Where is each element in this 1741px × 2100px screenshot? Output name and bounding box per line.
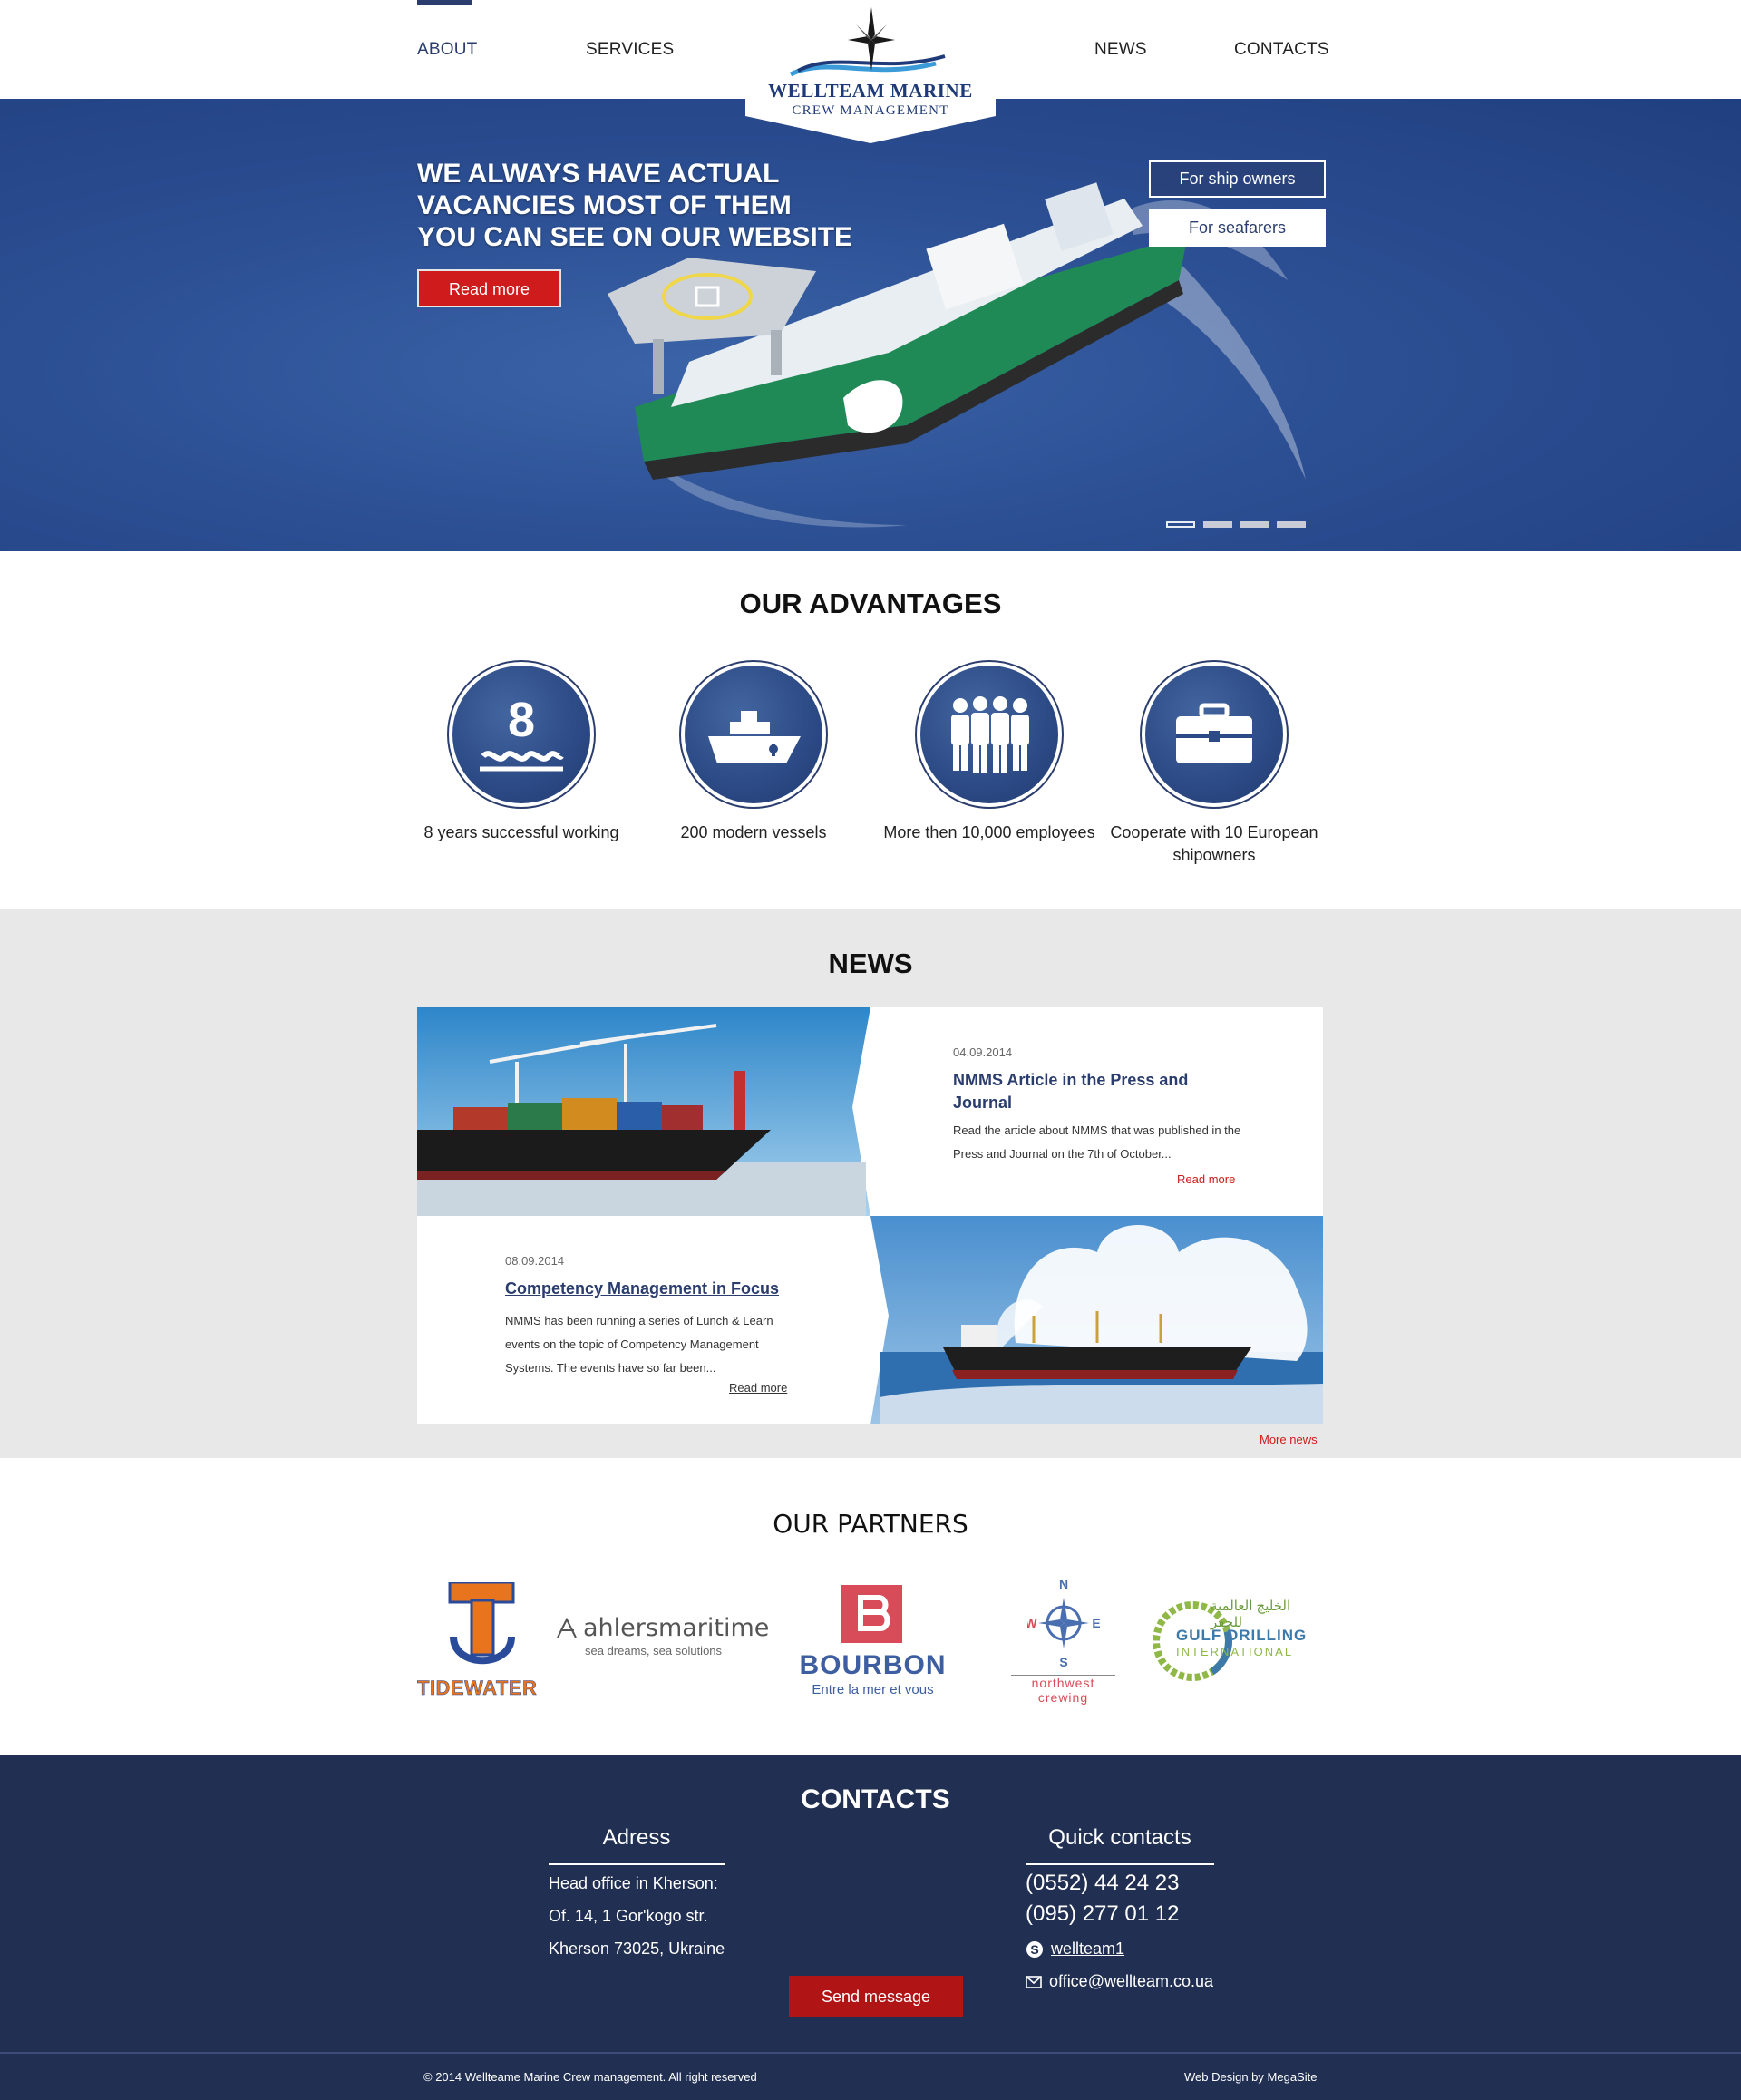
- advantage-circle: [679, 660, 828, 809]
- slider-dot[interactable]: [1203, 521, 1232, 528]
- hero-title-line: YOU CAN SEE ON OUR WEBSITE: [417, 222, 853, 252]
- svg-text:S: S: [1059, 1655, 1067, 1668]
- employees-icon: [951, 696, 1029, 773]
- site-logo[interactable]: WELLTEAM MARINE CREW MANAGEMENT: [745, 0, 996, 143]
- nav-contacts[interactable]: CONTACTS: [1234, 40, 1329, 60]
- address-heading: Adress: [549, 1825, 725, 1865]
- partner-logo-northwest[interactable]: N W E S northwest crewing: [1011, 1578, 1115, 1705]
- svg-text:S: S: [1030, 1942, 1038, 1957]
- advantage-item: 8 8 years successful working: [413, 660, 630, 844]
- ahlers-mark-icon: [557, 1618, 577, 1638]
- news-card[interactable]: 08.09.2014 Competency Management in Focu…: [417, 1216, 1323, 1424]
- envelope-icon: [1026, 1975, 1042, 1988]
- news-read-more-link[interactable]: Read more: [1177, 1172, 1235, 1186]
- partner-logo-ahlers[interactable]: ahlersmaritime sea dreams, sea solutions: [556, 1614, 783, 1659]
- partner-tagline: sea dreams, sea solutions: [585, 1644, 723, 1658]
- news-excerpt: NMMS has been running a series of Lunch …: [505, 1314, 773, 1375]
- advantage-label: 8 years successful working: [423, 823, 619, 841]
- advantage-item: 200 modern vessels: [645, 660, 862, 844]
- northwest-compass-icon: N W E S: [1027, 1578, 1100, 1668]
- advantages-title: OUR ADVANTAGES: [739, 588, 1002, 619]
- partner-logo-gulf-drilling[interactable]: الخليج العالمية للحفر GULF DRILLING INTE…: [1149, 1598, 1326, 1685]
- advantage-item: Cooperate with 10 European shipowners: [1105, 660, 1323, 867]
- hero-title: WE ALWAYS HAVE ACTUAL VACANCIES MOST OF …: [417, 158, 889, 253]
- advantage-circle: [1140, 660, 1289, 809]
- news-date: 08.09.2014: [505, 1254, 565, 1268]
- partner-name: GULF DRILLING: [1176, 1627, 1308, 1644]
- address-line: Head office in Kherson:: [549, 1874, 718, 1892]
- bourbon-mark-icon: [841, 1585, 902, 1643]
- advantage-number: 8: [508, 693, 535, 747]
- logo-title: WELLTEAM MARINE: [768, 80, 973, 102]
- nav-news[interactable]: NEWS: [1094, 40, 1147, 60]
- email-address[interactable]: office@wellteam.co.ua: [1049, 1972, 1213, 1991]
- partner-name-line2: INTERNATIONAL: [1176, 1645, 1294, 1658]
- for-seafarers-button[interactable]: For seafarers: [1149, 209, 1326, 247]
- quick-contacts-heading: Quick contacts: [1026, 1825, 1214, 1865]
- active-nav-marker: [417, 0, 472, 5]
- partner-name: TIDEWATER: [417, 1677, 538, 1700]
- partner-logo-bourbon[interactable]: BOURBON Entre la mer et vous: [789, 1585, 957, 1703]
- svg-text:N: N: [1059, 1578, 1068, 1591]
- news-heading[interactable]: NMMS Article in the Press and Journal: [953, 1069, 1234, 1114]
- partner-name: ahlersmaritime: [583, 1614, 770, 1642]
- news-image-container-ship: [417, 1007, 870, 1216]
- news-image-ship-waves: [870, 1216, 1323, 1424]
- partner-name: northwest crewing: [1011, 1675, 1115, 1705]
- news-date: 04.09.2014: [953, 1045, 1013, 1059]
- news-excerpt: Read the article about NMMS that was pub…: [953, 1123, 1241, 1161]
- partner-arabic: الخليج العالمية للحفر: [1211, 1599, 1291, 1630]
- email-contact[interactable]: office@wellteam.co.ua: [1026, 1972, 1213, 1991]
- compass-rose-icon: [848, 7, 895, 71]
- eight-years-icon: 8: [480, 693, 564, 772]
- skype-icon: S: [1026, 1940, 1043, 1958]
- news-title: NEWS: [828, 948, 913, 979]
- address-line: Of. 14, 1 Gor'kogo str.: [549, 1907, 708, 1925]
- site-footer: © 2014 Wellteame Marine Crew management.…: [0, 2052, 1741, 2100]
- hero-slider: WE ALWAYS HAVE ACTUAL VACANCIES MOST OF …: [0, 99, 1741, 551]
- advantage-label: 200 modern vessels: [680, 823, 827, 841]
- news-read-more-link[interactable]: Read more: [729, 1381, 787, 1395]
- contacts-title: CONTACTS: [801, 1784, 950, 1814]
- svg-text:E: E: [1092, 1616, 1100, 1630]
- partners-title: OUR PARTNERS: [773, 1509, 968, 1539]
- partner-logo-tidewater[interactable]: TIDEWATER: [417, 1580, 553, 1705]
- skype-handle[interactable]: wellteam1: [1051, 1940, 1124, 1959]
- slider-dot[interactable]: [1277, 521, 1306, 528]
- address-line: Kherson 73025, Ukraine: [549, 1940, 725, 1958]
- advantage-label: Cooperate with 10 European shipowners: [1110, 823, 1318, 864]
- designer-credit-link[interactable]: Web Design by MegaSite: [1184, 2070, 1317, 2084]
- skype-contact[interactable]: S wellteam1: [1026, 1940, 1124, 1959]
- phone-number[interactable]: (095) 277 01 12: [1026, 1901, 1179, 1927]
- slider-dot[interactable]: [1240, 521, 1269, 528]
- hero-title-line: WE ALWAYS HAVE ACTUAL: [417, 159, 780, 189]
- advantage-circle: 8: [447, 660, 596, 809]
- contacts-section: CONTACTS Adress Head office in Kherson: …: [0, 1755, 1741, 2052]
- hero-title-line: VACANCIES MOST OF THEM: [417, 190, 792, 220]
- copyright-text: © 2014 Wellteame Marine Crew management.…: [423, 2070, 757, 2084]
- news-heading[interactable]: Competency Management in Focus: [505, 1278, 804, 1300]
- for-ship-owners-button[interactable]: For ship owners: [1149, 160, 1326, 198]
- advantage-circle: [915, 660, 1064, 809]
- send-message-button[interactable]: Send message: [789, 1976, 963, 2017]
- nav-about[interactable]: ABOUT: [417, 40, 477, 60]
- svg-text:W: W: [1027, 1616, 1037, 1630]
- ship-icon: [708, 711, 801, 763]
- more-news-link[interactable]: More news: [1260, 1433, 1318, 1446]
- news-card[interactable]: 04.09.2014 NMMS Article in the Press and…: [417, 1007, 1323, 1216]
- partner-tagline: Entre la mer et vous: [812, 1682, 934, 1697]
- nav-services[interactable]: SERVICES: [586, 40, 674, 60]
- phone-number[interactable]: (0552) 44 24 23: [1026, 1871, 1179, 1896]
- hero-read-more-button[interactable]: Read more: [417, 269, 561, 307]
- slider-dot[interactable]: [1166, 521, 1195, 528]
- briefcase-icon: [1176, 703, 1252, 763]
- logo-subtitle: CREW MANAGEMENT: [792, 103, 949, 118]
- advantage-label: More then 10,000 employees: [883, 823, 1095, 841]
- advantage-item: More then 10,000 employees: [880, 660, 1098, 844]
- partner-name: BOURBON: [799, 1650, 947, 1680]
